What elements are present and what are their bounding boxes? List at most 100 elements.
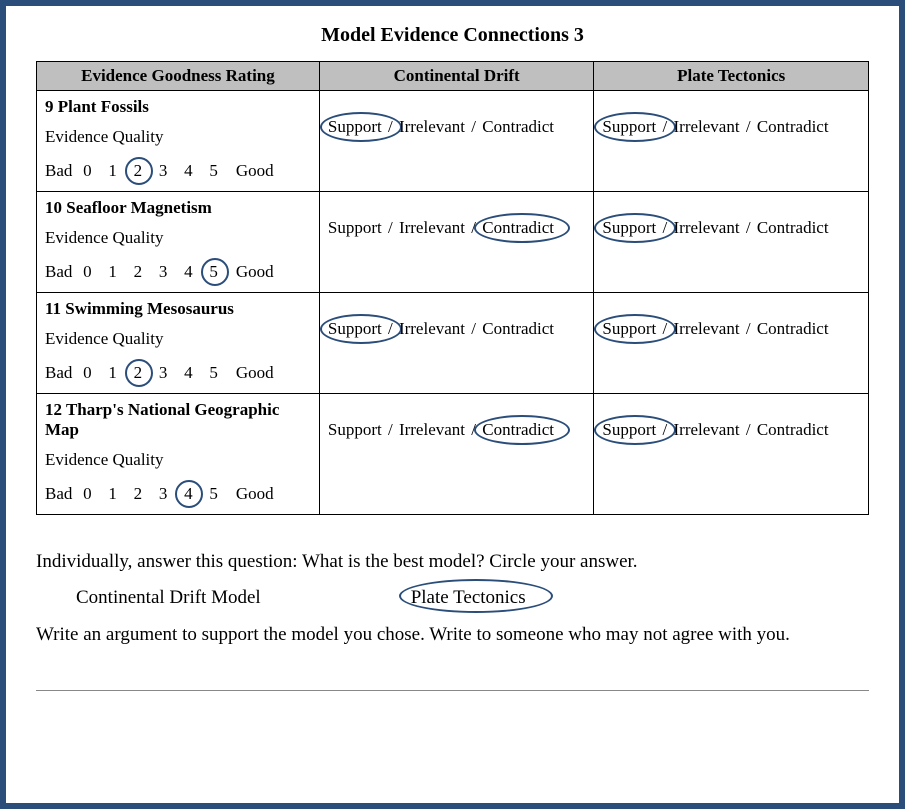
evidence-quality-label: Evidence Quality — [45, 228, 311, 248]
rating-number[interactable]: 0 — [78, 363, 96, 383]
rating-number[interactable]: 2 — [129, 161, 147, 181]
rating-number[interactable]: 5 — [205, 262, 223, 282]
rating-number[interactable]: 4 — [179, 363, 197, 383]
evidence-title: 9 Plant Fossils — [45, 97, 311, 117]
continental-drift-contradict-option[interactable]: Contradict — [482, 319, 554, 339]
rating-line: Bad 0 1 2 3 4 5 Good — [45, 262, 311, 282]
rating-good-label: Good — [236, 484, 274, 503]
rating-number[interactable]: 3 — [154, 484, 172, 504]
rating-number[interactable]: 3 — [154, 161, 172, 181]
rating-good-label: Good — [236, 363, 274, 382]
plate-tectonics-contradict-option[interactable]: Contradict — [757, 218, 829, 238]
rating-number[interactable]: 5 — [205, 161, 223, 181]
rating-number[interactable]: 2 — [129, 363, 147, 383]
plate-tectonics-support-option[interactable]: Support — [602, 117, 656, 137]
rating-number[interactable]: 3 — [154, 363, 172, 383]
continental-drift-contradict-option[interactable]: Contradict — [482, 218, 554, 238]
rating-number[interactable]: 4 — [179, 262, 197, 282]
rating-good-label: Good — [236, 161, 274, 180]
plate-tectonics-contradict-option[interactable]: Contradict — [757, 420, 829, 440]
question-prompt: Individually, answer this question: What… — [36, 547, 869, 577]
continental-drift-irrelevant-option[interactable]: Irrelevant — [399, 117, 465, 137]
circle-annotation — [175, 480, 203, 508]
plate-tectonics-irrelevant-option[interactable]: Irrelevant — [674, 117, 740, 137]
table-row: 10 Seafloor Magnetism Evidence Quality Bad… — [37, 192, 869, 293]
plate-tectonics-support-option[interactable]: Support — [602, 319, 656, 339]
rating-line: Bad 0 1 2 3 4 5 Good — [45, 484, 311, 504]
plate-tectonics-support-option[interactable]: Support — [602, 218, 656, 238]
rating-number[interactable]: 1 — [104, 484, 122, 504]
page-title: Model Evidence Connections 3 — [36, 24, 869, 47]
plate-tectonics-cell: Support / Irrelevant / Contradict — [594, 91, 869, 192]
plate-tectonics-irrelevant-option[interactable]: Irrelevant — [674, 319, 740, 339]
bottom-question-block: Individually, answer this question: What… — [36, 547, 869, 691]
rating-line: Bad 0 1 2 3 4 5 Good — [45, 161, 311, 181]
circle-annotation — [125, 157, 153, 185]
evidence-cell: 10 Seafloor Magnetism Evidence Quality Bad… — [37, 192, 320, 293]
header-continental-drift: Continental Drift — [319, 62, 594, 91]
rating-number[interactable]: 4 — [179, 484, 197, 504]
circle-annotation — [125, 359, 153, 387]
evidence-table: Evidence Goodness Rating Continental Dri… — [36, 61, 869, 515]
circle-annotation — [474, 415, 570, 445]
plate-tectonics-contradict-option[interactable]: Contradict — [757, 117, 829, 137]
continental-drift-irrelevant-option[interactable]: Irrelevant — [399, 319, 465, 339]
rating-number[interactable]: 0 — [78, 484, 96, 504]
rating-number[interactable]: 5 — [205, 363, 223, 383]
continental-drift-cell: Support / Irrelevant / Contradict — [319, 91, 594, 192]
rating-bad-label: Bad — [45, 363, 72, 382]
plate-tectonics-cell: Support / Irrelevant / Contradict — [594, 192, 869, 293]
continental-drift-support-option[interactable]: Support — [328, 218, 382, 238]
evidence-quality-label: Evidence Quality — [45, 127, 311, 147]
rating-bad-label: Bad — [45, 484, 72, 503]
continental-drift-contradict-option[interactable]: Contradict — [482, 117, 554, 137]
rating-line: Bad 0 1 2 3 4 5 Good — [45, 363, 311, 383]
rating-number[interactable]: 2 — [129, 262, 147, 282]
plate-tectonics-irrelevant-option[interactable]: Irrelevant — [674, 420, 740, 440]
continental-drift-irrelevant-option[interactable]: Irrelevant — [399, 420, 465, 440]
continental-drift-support-option[interactable]: Support — [328, 420, 382, 440]
header-evidence-goodness: Evidence Goodness Rating — [37, 62, 320, 91]
continental-drift-cell: Support / Irrelevant / Contradict — [319, 293, 594, 394]
evidence-cell: 11 Swimming Mesosaurus Evidence Quality Ba… — [37, 293, 320, 394]
continental-drift-irrelevant-option[interactable]: Irrelevant — [399, 218, 465, 238]
continental-drift-support-option[interactable]: Support — [328, 117, 382, 137]
rating-number[interactable]: 1 — [104, 262, 122, 282]
evidence-cell: 9 Plant Fossils Evidence Quality Bad 0 1 2 … — [37, 91, 320, 192]
plate-tectonics-support-option[interactable]: Support — [602, 420, 656, 440]
table-row: 12 Tharp's National Geographic Map Eviden… — [37, 394, 869, 515]
rating-bad-label: Bad — [45, 161, 72, 180]
rating-number[interactable]: 5 — [205, 484, 223, 504]
evidence-title: 12 Tharp's National Geographic Map — [45, 400, 311, 440]
rating-number[interactable]: 1 — [104, 363, 122, 383]
plate-tectonics-contradict-option[interactable]: Contradict — [757, 319, 829, 339]
choice-plate-tectonics[interactable]: Plate Tectonics — [411, 583, 526, 613]
argument-prompt: Write an argument to support the model y… — [36, 620, 869, 650]
rating-number[interactable]: 2 — [129, 484, 147, 504]
choice-continental-drift[interactable]: Continental Drift Model — [76, 583, 261, 613]
rating-bad-label: Bad — [45, 262, 72, 281]
circle-annotation — [474, 213, 570, 243]
evidence-title: 10 Seafloor Magnetism — [45, 198, 311, 218]
plate-tectonics-irrelevant-option[interactable]: Irrelevant — [674, 218, 740, 238]
writing-line — [36, 690, 869, 691]
rating-number[interactable]: 0 — [78, 262, 96, 282]
plate-tectonics-cell: Support / Irrelevant / Contradict — [594, 394, 869, 515]
choices-line: Continental Drift Model Plate Tectonics — [76, 583, 869, 613]
circle-annotation — [201, 258, 229, 286]
header-plate-tectonics: Plate Tectonics — [594, 62, 869, 91]
continental-drift-contradict-option[interactable]: Contradict — [482, 420, 554, 440]
continental-drift-cell: Support / Irrelevant / Contradict — [319, 192, 594, 293]
rating-number[interactable]: 1 — [104, 161, 122, 181]
evidence-title: 11 Swimming Mesosaurus — [45, 299, 311, 319]
continental-drift-support-option[interactable]: Support — [328, 319, 382, 339]
plate-tectonics-cell: Support / Irrelevant / Contradict — [594, 293, 869, 394]
table-row: 11 Swimming Mesosaurus Evidence Quality Ba… — [37, 293, 869, 394]
evidence-quality-label: Evidence Quality — [45, 329, 311, 349]
worksheet-frame: Model Evidence Connections 3 Evidence Go… — [0, 0, 905, 809]
rating-number[interactable]: 0 — [78, 161, 96, 181]
evidence-quality-label: Evidence Quality — [45, 450, 311, 470]
rating-number[interactable]: 4 — [179, 161, 197, 181]
rating-good-label: Good — [236, 262, 274, 281]
rating-number[interactable]: 3 — [154, 262, 172, 282]
